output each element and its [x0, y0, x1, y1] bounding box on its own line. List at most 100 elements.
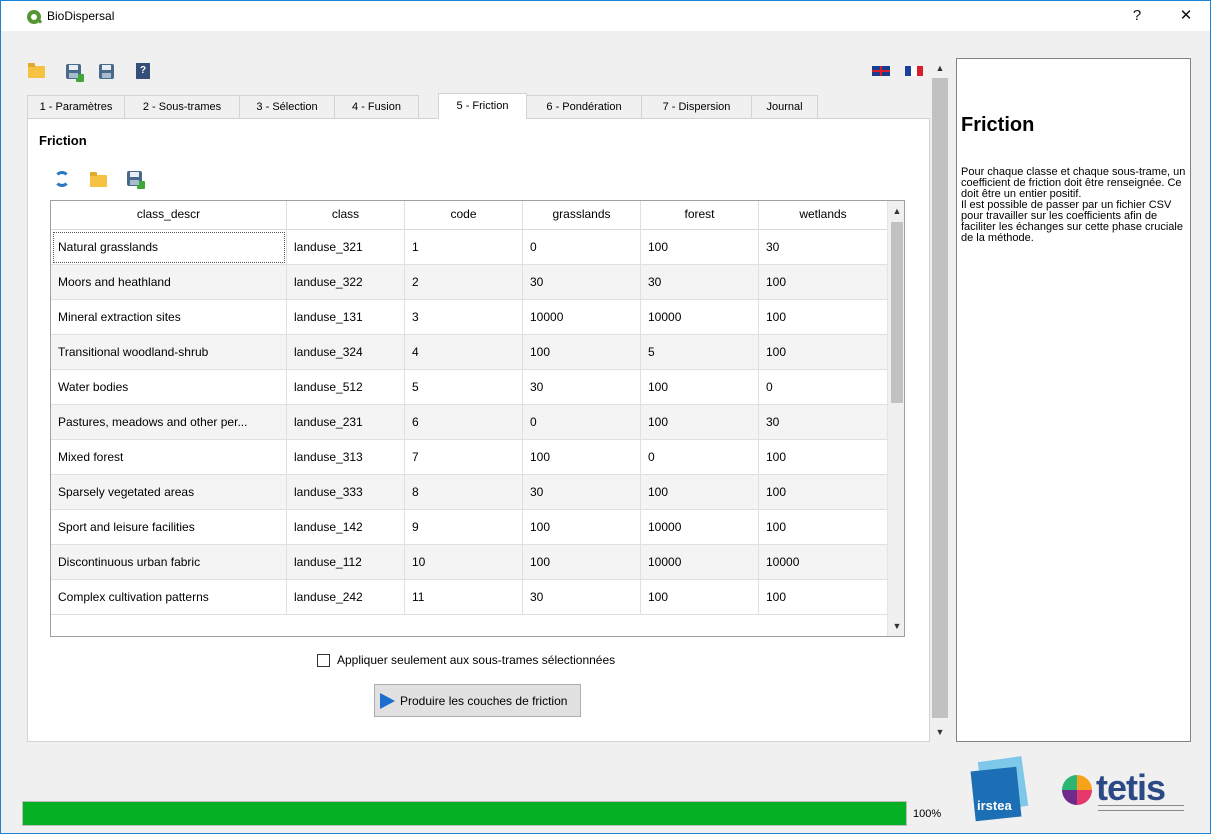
table-cell-wetlands[interactable]: 100 — [759, 300, 887, 335]
open-folder-icon[interactable] — [90, 172, 107, 187]
apply-selected-checkbox[interactable] — [317, 654, 330, 667]
table-cell-code[interactable]: 11 — [405, 580, 523, 615]
produce-friction-button[interactable]: Produire les couches de friction — [374, 684, 581, 717]
tab-friction[interactable]: 5 - Friction — [438, 93, 527, 119]
column-header-class-descr[interactable]: class_descr — [51, 201, 287, 230]
open-folder-icon[interactable] — [28, 63, 45, 78]
table-cell-wetlands[interactable]: 100 — [759, 265, 887, 300]
save-as-icon[interactable] — [127, 171, 145, 189]
table-cell-code[interactable]: 8 — [405, 475, 523, 510]
table-cell-class[interactable]: landuse_321 — [287, 230, 405, 265]
table-cell-grasslands[interactable]: 100 — [523, 440, 641, 475]
table-cell-forest[interactable]: 30 — [641, 265, 759, 300]
table-cell-class[interactable]: landuse_242 — [287, 580, 405, 615]
scroll-down-arrow-icon[interactable]: ▼ — [888, 618, 904, 634]
scroll-up-arrow-icon[interactable]: ▲ — [888, 203, 904, 219]
column-header-class[interactable]: class — [287, 201, 405, 230]
table-cell-class[interactable]: landuse_112 — [287, 545, 405, 580]
table-cell-forest[interactable]: 100 — [641, 230, 759, 265]
table-cell-grasslands[interactable]: 100 — [523, 335, 641, 370]
panel-vertical-scrollbar[interactable]: ▲ ▼ — [931, 58, 949, 742]
table-cell-grasslands[interactable]: 30 — [523, 580, 641, 615]
table-cell-class[interactable]: landuse_131 — [287, 300, 405, 335]
help-book-icon[interactable]: ? — [136, 63, 150, 79]
table-row[interactable]: Water bodies landuse_512 5 30 100 0 — [51, 370, 887, 405]
table-cell-wetlands[interactable]: 30 — [759, 230, 887, 265]
column-header-grasslands[interactable]: grasslands — [523, 201, 641, 230]
table-cell-code[interactable]: 2 — [405, 265, 523, 300]
table-row[interactable]: Mineral extraction sites landuse_131 3 1000… — [51, 300, 887, 335]
table-cell-grasslands[interactable]: 30 — [523, 370, 641, 405]
help-button[interactable]: ? — [1122, 5, 1152, 27]
table-cell-wetlands[interactable]: 100 — [759, 580, 887, 615]
table-row[interactable]: Transitional woodland-shrub landuse_324 4 1… — [51, 335, 887, 370]
table-cell-grasslands[interactable]: 30 — [523, 475, 641, 510]
table-cell-wetlands[interactable]: 0 — [759, 370, 887, 405]
table-cell-code[interactable]: 10 — [405, 545, 523, 580]
friction-table[interactable]: class_descr class code grasslands forest… — [50, 200, 905, 637]
table-vertical-scrollbar[interactable]: ▲ ▼ — [887, 201, 904, 636]
close-button[interactable]: ✕ — [1171, 5, 1201, 27]
refresh-icon[interactable] — [54, 171, 70, 187]
table-cell-forest[interactable]: 100 — [641, 370, 759, 405]
table-cell-forest[interactable]: 100 — [641, 580, 759, 615]
table-cell-class[interactable]: landuse_333 — [287, 475, 405, 510]
table-cell-code[interactable]: 6 — [405, 405, 523, 440]
table-cell-wetlands[interactable]: 100 — [759, 440, 887, 475]
table-cell-wetlands[interactable]: 100 — [759, 475, 887, 510]
table-cell-grasslands[interactable]: 100 — [523, 545, 641, 580]
table-cell-code[interactable]: 4 — [405, 335, 523, 370]
table-cell-wetlands[interactable]: 100 — [759, 510, 887, 545]
table-row[interactable]: Natural grasslands landuse_321 1 0 100 30 — [51, 230, 887, 265]
table-cell-class-descr[interactable]: Complex cultivation patterns — [51, 580, 287, 615]
scrollbar-thumb[interactable] — [891, 222, 903, 403]
table-cell-class-descr[interactable]: Mineral extraction sites — [51, 300, 287, 335]
table-cell-class-descr[interactable]: Discontinuous urban fabric — [51, 545, 287, 580]
table-cell-grasslands[interactable]: 30 — [523, 265, 641, 300]
table-cell-grasslands[interactable]: 100 — [523, 510, 641, 545]
table-cell-forest[interactable]: 0 — [641, 440, 759, 475]
table-cell-class[interactable]: landuse_322 — [287, 265, 405, 300]
scroll-up-arrow-icon[interactable]: ▲ — [931, 60, 949, 76]
table-cell-class[interactable]: landuse_324 — [287, 335, 405, 370]
table-cell-code[interactable]: 5 — [405, 370, 523, 405]
scrollbar-thumb[interactable] — [932, 78, 948, 718]
table-cell-class-descr[interactable]: Water bodies — [51, 370, 287, 405]
tab-parametres[interactable]: 1 - Paramètres — [27, 95, 125, 119]
tab-selection[interactable]: 3 - Sélection — [239, 95, 335, 119]
tab-ponderation[interactable]: 6 - Pondération — [526, 95, 642, 119]
table-row[interactable]: Pastures, meadows and other per... landus… — [51, 405, 887, 440]
table-cell-forest[interactable]: 5 — [641, 335, 759, 370]
table-cell-forest[interactable]: 10000 — [641, 545, 759, 580]
scroll-down-arrow-icon[interactable]: ▼ — [931, 724, 949, 740]
table-row[interactable]: Complex cultivation patterns landuse_242 1… — [51, 580, 887, 615]
table-cell-class-descr[interactable]: Pastures, meadows and other per... — [51, 405, 287, 440]
column-header-wetlands[interactable]: wetlands — [759, 201, 887, 230]
table-row[interactable]: Sport and leisure facilities landuse_142 9… — [51, 510, 887, 545]
table-cell-forest[interactable]: 100 — [641, 475, 759, 510]
table-cell-class-descr[interactable]: Transitional woodland-shrub — [51, 335, 287, 370]
table-cell-class[interactable]: landuse_231 — [287, 405, 405, 440]
table-cell-code[interactable]: 7 — [405, 440, 523, 475]
table-row[interactable]: Mixed forest landuse_313 7 100 0 100 — [51, 440, 887, 475]
table-cell-class-descr[interactable]: Sport and leisure facilities — [51, 510, 287, 545]
save-icon[interactable] — [99, 64, 114, 79]
table-cell-class-descr[interactable]: Moors and heathland — [51, 265, 287, 300]
french-flag-icon[interactable] — [905, 66, 923, 76]
table-row[interactable]: Moors and heathland landuse_322 2 30 30 100 — [51, 265, 887, 300]
table-row[interactable]: Discontinuous urban fabric landuse_112 10 1… — [51, 545, 887, 580]
table-cell-code[interactable]: 3 — [405, 300, 523, 335]
table-cell-code[interactable]: 1 — [405, 230, 523, 265]
table-cell-forest[interactable]: 10000 — [641, 300, 759, 335]
table-cell-class[interactable]: landuse_512 — [287, 370, 405, 405]
table-cell-class-descr[interactable]: Mixed forest — [51, 440, 287, 475]
table-cell-wetlands[interactable]: 100 — [759, 335, 887, 370]
table-cell-forest[interactable]: 10000 — [641, 510, 759, 545]
table-cell-wetlands[interactable]: 10000 — [759, 545, 887, 580]
column-header-code[interactable]: code — [405, 201, 523, 230]
tab-dispersion[interactable]: 7 - Dispersion — [641, 95, 752, 119]
column-header-forest[interactable]: forest — [641, 201, 759, 230]
table-cell-class-descr[interactable]: Natural grasslands — [51, 230, 287, 265]
table-cell-class-descr[interactable]: Sparsely vegetated areas — [51, 475, 287, 510]
english-flag-icon[interactable] — [872, 66, 890, 76]
